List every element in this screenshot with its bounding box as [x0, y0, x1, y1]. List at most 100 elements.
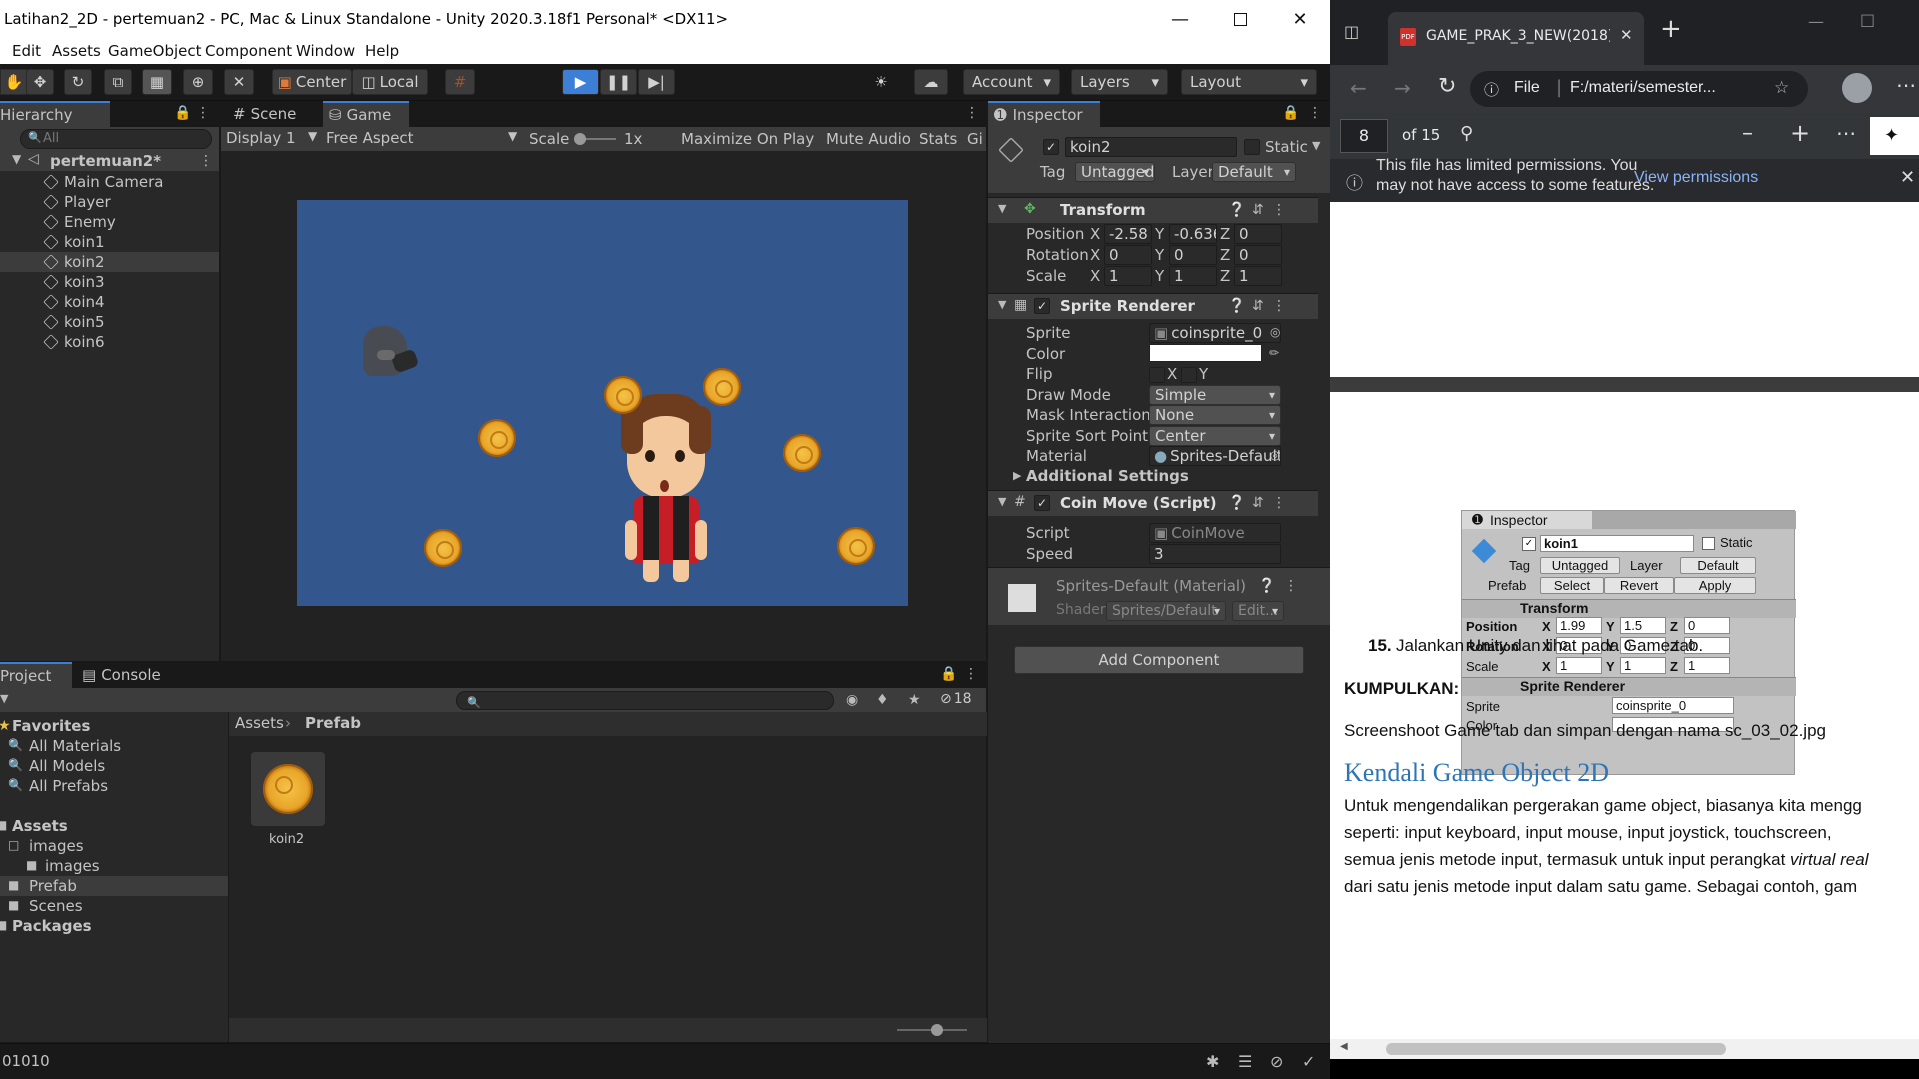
material-object-field[interactable]: ● Sprites-Default: [1149, 446, 1281, 466]
zoom-in-icon[interactable]: +: [1790, 119, 1810, 147]
scale-tool-icon[interactable]: ⧉: [104, 69, 132, 95]
coin-move-enabled-checkbox[interactable]: ✓: [1034, 495, 1050, 511]
menu-edit[interactable]: Edit: [12, 42, 41, 60]
reload-icon[interactable]: ↻: [1438, 74, 1456, 99]
help-icon[interactable]: ❔: [1228, 298, 1245, 314]
rotate-tool-icon[interactable]: ↻: [64, 69, 92, 95]
back-icon[interactable]: ←: [1350, 76, 1367, 100]
search-icon[interactable]: ⚲: [1460, 123, 1473, 144]
close-button[interactable]: ✕: [1270, 0, 1330, 38]
pivot-local-button[interactable]: ◫ Local: [352, 69, 428, 95]
images-subfolder[interactable]: images: [45, 857, 100, 875]
sprite-object-field[interactable]: ▣ coinsprite_0: [1149, 323, 1281, 343]
add-component-button[interactable]: Add Component: [1014, 646, 1304, 674]
hierarchy-item[interactable]: koin5: [43, 312, 105, 332]
eyedropper-icon[interactable]: ✏: [1269, 346, 1279, 360]
new-tab-icon[interactable]: +: [1660, 14, 1682, 44]
collab-icon[interactable]: ☀: [866, 69, 896, 95]
additional-settings-foldout[interactable]: Additional Settings: [1026, 467, 1189, 485]
menu-help[interactable]: Help: [365, 42, 399, 60]
filter-type-icon[interactable]: ◉: [846, 692, 858, 708]
game-menu-icon[interactable]: ⋮: [965, 105, 979, 121]
scrollbar-thumb[interactable]: [1386, 1043, 1726, 1055]
hierarchy-search-input[interactable]: All: [20, 129, 212, 149]
rect-tool-icon[interactable]: ▦: [142, 69, 172, 95]
hierarchy-item[interactable]: koin1: [43, 232, 105, 252]
preset-icon[interactable]: ⇵: [1252, 202, 1264, 218]
minimize-button[interactable]: —: [1150, 0, 1210, 38]
browser-tab-active[interactable]: PDF GAME_PRAK_3_NEW(2018)_sec.p ✕: [1388, 12, 1644, 65]
hierarchy-item[interactable]: Main Camera: [43, 172, 163, 192]
breadcrumb-prefab[interactable]: Prefab: [305, 714, 361, 732]
project-menu-icon[interactable]: ⋮: [964, 666, 978, 682]
menu-dots-icon[interactable]: ⋮: [196, 105, 210, 121]
aspect-dropdown[interactable]: Free Aspect ▼: [326, 129, 526, 147]
forward-icon[interactable]: →: [1394, 76, 1411, 100]
hierarchy-item[interactable]: koin4: [43, 292, 105, 312]
component-menu-icon[interactable]: ⋮: [1272, 202, 1286, 218]
favorites-foldout[interactable]: Favorites: [12, 717, 90, 735]
preset-icon[interactable]: ⇵: [1252, 298, 1264, 314]
game-viewport[interactable]: [221, 151, 986, 661]
view-permissions-link[interactable]: View permissions: [1634, 169, 1758, 187]
speed-field[interactable]: 3: [1149, 544, 1281, 564]
component-menu-icon[interactable]: ⋮: [1272, 298, 1286, 314]
packages-folder[interactable]: Packages: [12, 917, 92, 935]
pause-button[interactable]: ❚❚: [600, 69, 637, 95]
layers-dropdown[interactable]: Layers ▾: [1071, 69, 1168, 95]
menu-assets[interactable]: Assets: [52, 42, 101, 60]
cache-icon[interactable]: ☰: [1238, 1052, 1252, 1071]
step-button[interactable]: ▶|: [638, 69, 675, 95]
maximize-on-play-toggle[interactable]: Maximize On Play: [681, 130, 814, 148]
favorite-all-prefabs[interactable]: All Prefabs: [29, 777, 108, 795]
favorite-star-icon[interactable]: ★: [908, 692, 921, 708]
scene-menu-icon[interactable]: ⋮: [199, 153, 213, 169]
transform-tool-icon[interactable]: ⊕: [183, 69, 213, 95]
inspector-menu-icon[interactable]: ⋮: [1308, 105, 1322, 121]
position-x-field[interactable]: -2.58: [1104, 224, 1152, 244]
favorite-icon[interactable]: ☆: [1774, 78, 1789, 98]
scale-x-field[interactable]: 1: [1104, 266, 1152, 286]
flip-x-checkbox[interactable]: [1149, 367, 1165, 383]
mute-audio-toggle[interactable]: Mute Audio: [826, 130, 911, 148]
color-swatch[interactable]: [1149, 344, 1262, 362]
hierarchy-item[interactable]: koin3: [43, 272, 105, 292]
collapse-arrow-icon[interactable]: ▼: [998, 202, 1006, 215]
coin-move-header[interactable]: ▼ # ✓ Coin Move (Script) ❔ ⇵ ⋮: [988, 490, 1318, 516]
scenes-folder[interactable]: Scenes: [29, 897, 83, 915]
progress-check-icon[interactable]: ✓: [1302, 1052, 1315, 1071]
play-button[interactable]: ▶: [562, 69, 599, 95]
scroll-left-icon[interactable]: ◀: [1340, 1041, 1348, 1052]
thumbnail-size-slider[interactable]: [897, 1024, 967, 1036]
minimize-window-icon[interactable]: —: [1808, 12, 1824, 31]
hidden-packages-icon[interactable]: ⊘ 18: [940, 691, 972, 707]
maximize-window-icon[interactable]: □: [1860, 10, 1875, 29]
game-render-area[interactable]: [297, 200, 908, 606]
prefab-asset-thumbnail[interactable]: [251, 752, 325, 826]
grid-snap-icon[interactable]: #: [445, 69, 475, 95]
assets-folder[interactable]: Assets: [12, 817, 68, 835]
breadcrumb-assets[interactable]: Assets: [235, 714, 284, 732]
filter-label-icon[interactable]: ♦: [876, 692, 889, 708]
tab-console[interactable]: ▤ Console: [76, 662, 176, 688]
display-dropdown[interactable]: Display 1 ▼: [226, 129, 322, 147]
scene-row[interactable]: ▼ ◁ pertemuan2* ⋮: [0, 151, 219, 171]
network-icon[interactable]: ⊘: [1270, 1052, 1283, 1071]
tab-project[interactable]: Project: [0, 662, 72, 688]
shader-dropdown[interactable]: Sprites/Default: [1106, 601, 1226, 621]
cloud-icon[interactable]: ☁: [914, 69, 948, 95]
tab-game[interactable]: ⛁ Game: [323, 101, 409, 127]
custom-tool-icon[interactable]: ✕: [224, 69, 254, 95]
expand-arrow-icon[interactable]: ▼: [12, 152, 21, 166]
profile-avatar[interactable]: [1842, 73, 1872, 103]
url-field[interactable]: ⓘ File | F:/materi/semester... ☆: [1470, 71, 1808, 107]
menu-component[interactable]: Component: [205, 42, 292, 60]
sprite-sort-point-dropdown[interactable]: Center: [1149, 426, 1281, 446]
object-name-field[interactable]: koin2: [1065, 137, 1237, 157]
pivot-center-button[interactable]: ▣ Center: [272, 69, 352, 95]
static-dropdown-icon[interactable]: ▼: [1312, 139, 1320, 152]
help-icon[interactable]: ❔: [1228, 202, 1245, 218]
move-tool-icon[interactable]: ✥: [26, 69, 54, 95]
preset-icon[interactable]: ⇵: [1252, 495, 1264, 511]
layer-dropdown[interactable]: Default: [1212, 162, 1296, 182]
